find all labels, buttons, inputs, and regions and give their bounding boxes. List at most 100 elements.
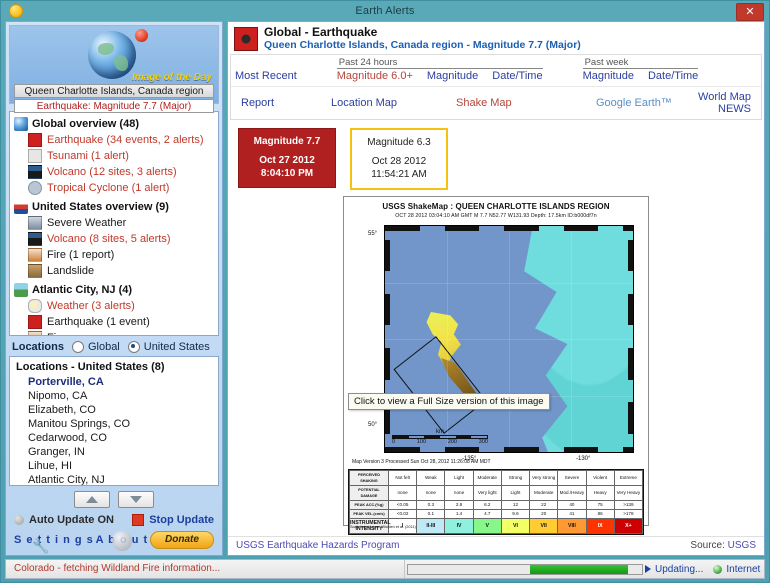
image-of-the-day-label: Image of the Day — [131, 72, 212, 83]
legend-cell: 40 — [557, 500, 587, 510]
alert-row[interactable]: Severe Weather — [14, 215, 216, 231]
image-tooltip: Click to view a Full Size version of thi… — [348, 393, 550, 410]
shakemap-image[interactable]: USGS ShakeMap : QUEEN CHARLOTTE ISLANDS … — [343, 196, 649, 535]
list-item[interactable]: Atlantic City, NJ — [14, 473, 214, 485]
about-button[interactable]: A b o u t — [96, 531, 149, 551]
locations-label: Locations — [12, 340, 64, 353]
alert-group-label: Global overview (48) — [32, 117, 139, 130]
weather-icon — [28, 298, 42, 313]
list-item[interactable]: Lihue, HI — [14, 459, 214, 473]
chevron-up-icon — [86, 496, 98, 503]
locations-radio-global[interactable]: Global — [71, 340, 120, 353]
nav-google-earth[interactable]: Google Earth™ — [596, 97, 698, 109]
alert-group-header[interactable]: Atlantic City, NJ (4) — [14, 282, 216, 298]
alert-row[interactable]: Tropical Cyclone (1 alert) — [14, 180, 216, 196]
alert-row[interactable]: Earthquake (34 events, 2 alerts) — [14, 132, 216, 148]
alert-row[interactable]: Weather (3 alerts) — [14, 298, 216, 314]
legend-cell: Moderate — [529, 485, 559, 501]
internet-indicator[interactable]: Internet — [713, 564, 760, 575]
usgs-link[interactable]: USGS Earthquake Hazards Program — [236, 540, 399, 551]
nav-news[interactable]: NEWS — [698, 103, 751, 115]
legend-row-label: PEAK ACC.(%g) — [349, 500, 389, 510]
list-item[interactable]: Elizabeth, CO — [14, 403, 214, 417]
alert-row[interactable]: Volcano (8 sites, 5 alerts) — [14, 231, 216, 247]
donate-button[interactable]: Donate — [149, 531, 214, 549]
stop-update-label: Stop Update — [149, 514, 214, 526]
rupture-rectangle — [393, 336, 487, 434]
alert-row-label: Tsunami (1 alert) — [47, 149, 129, 162]
legend-note: Scale based upon Worden et al. (2011) — [350, 525, 416, 529]
legend-cell: Severe — [557, 470, 587, 486]
updating-label: Updating... — [655, 563, 704, 575]
nav-past24-header: Past 24 hours — [336, 57, 543, 69]
nav-world-map[interactable]: World Map — [698, 91, 751, 103]
nav-most-recent[interactable]: Most Recent — [235, 70, 297, 82]
legend-cell: Very strong — [529, 470, 559, 486]
fire-icon — [28, 247, 42, 262]
scroll-down-button[interactable] — [118, 491, 154, 508]
settings-button[interactable]: S e t t i n g s 🔧 — [14, 534, 94, 554]
status-bar: Colorado - fetching Wildland Fire inform… — [5, 559, 765, 579]
legend-row-label: POTENTIAL DAMAGE — [349, 485, 389, 501]
progress-container — [405, 563, 645, 575]
stop-icon — [132, 514, 145, 526]
sidebar: Image of the Day Queen Charlotte Islands… — [5, 21, 223, 556]
nav-past24-datetime[interactable]: Date/Time — [492, 70, 542, 82]
nav-shake-map[interactable]: Shake Map — [456, 97, 596, 109]
alert-row-label: Severe Weather — [47, 216, 127, 229]
list-nav-arrows — [6, 486, 222, 511]
scroll-up-button[interactable] — [74, 491, 110, 508]
alert-row[interactable]: Fire (1 report) — [14, 247, 216, 263]
alert-group-header[interactable]: Global overview (48) — [14, 116, 216, 132]
map-version-note: Map Version 3 Processed Sun Oct 28, 2012… — [352, 459, 491, 465]
event-card-magnitude: Magnitude 7.7 — [253, 136, 321, 147]
legend-row-label: PERCEIVED SHAKING — [349, 470, 389, 486]
alert-group-header[interactable]: United States overview (9) — [14, 199, 216, 215]
tsunami-icon — [28, 148, 42, 163]
play-icon — [645, 565, 651, 573]
legend-cell: >178 — [613, 509, 644, 519]
legend-cell: Heavy — [585, 485, 615, 501]
legend-cell: 9.6 — [500, 509, 531, 519]
close-icon[interactable]: ✕ — [736, 3, 764, 21]
alert-row-label: Earthquake (1 event) — [47, 315, 150, 328]
legend-cell: Weak — [416, 470, 446, 486]
main-header: Global - Earthquake Queen Charlotte Isla… — [228, 22, 764, 52]
event-card-time: 11:54:21 AM — [371, 169, 427, 180]
legend-cell: 6.2 — [472, 500, 502, 510]
scale-tick-label: 300 — [478, 439, 488, 445]
list-item[interactable]: Porterville, CA — [14, 375, 214, 389]
locations-radio-united-states[interactable]: United States — [127, 340, 210, 353]
image-of-the-day-panel[interactable]: Image of the Day Queen Charlotte Islands… — [9, 25, 219, 113]
nav-report[interactable]: Report — [241, 97, 331, 109]
nav-past24-magnitude[interactable]: Magnitude — [427, 70, 478, 82]
event-card[interactable]: Magnitude 7.7 Oct 27 2012 8:04:10 PM — [238, 128, 336, 188]
list-item[interactable]: Manitou Springs, CO — [14, 417, 214, 431]
alert-group-label: Atlantic City, NJ (4) — [32, 283, 133, 296]
alert-row[interactable]: Earthquake (1 event) — [14, 314, 216, 330]
shakemap-container: USGS ShakeMap : QUEEN CHARLOTTE ISLANDS … — [228, 196, 764, 536]
source-value[interactable]: USGS — [728, 540, 756, 551]
list-item[interactable]: Nipomo, CA — [14, 389, 214, 403]
auto-update-label: Auto Update ON — [29, 514, 114, 526]
alert-row[interactable]: Landslide — [14, 263, 216, 279]
scale-tick-label: 200 — [447, 439, 457, 445]
alert-group: Global overview (48) Earthquake (34 event… — [14, 116, 216, 196]
nav-pastweek-magnitude[interactable]: Magnitude — [583, 70, 634, 82]
stop-update-button[interactable]: Stop Update — [132, 514, 214, 526]
nav-past24-magnitude-6plus[interactable]: Magnitude 6.0+ — [337, 70, 413, 82]
alert-tree: Global overview (48) Earthquake (34 event… — [9, 110, 219, 336]
event-card[interactable]: Magnitude 6.3 Oct 28 2012 11:54:21 AM — [350, 128, 448, 190]
alert-row[interactable]: Volcano (12 sites, 3 alerts) — [14, 164, 216, 180]
alert-row[interactable]: Fire — [14, 330, 216, 335]
updating-indicator[interactable]: Updating... — [645, 564, 703, 575]
alert-row[interactable]: Tsunami (1 alert) — [14, 148, 216, 164]
nav-location-map[interactable]: Location Map — [331, 97, 456, 109]
list-item[interactable]: Cedarwood, CO — [14, 431, 214, 445]
event-card-date: Oct 28 2012 — [371, 156, 427, 167]
alert-row-label: Volcano (12 sites, 3 alerts) — [47, 165, 177, 178]
nav-pastweek-datetime[interactable]: Date/Time — [648, 70, 698, 82]
shakemap-title: USGS ShakeMap : QUEEN CHARLOTTE ISLANDS … — [382, 202, 610, 211]
legend-cell: 75 — [585, 500, 615, 510]
list-item[interactable]: Granger, IN — [14, 445, 214, 459]
